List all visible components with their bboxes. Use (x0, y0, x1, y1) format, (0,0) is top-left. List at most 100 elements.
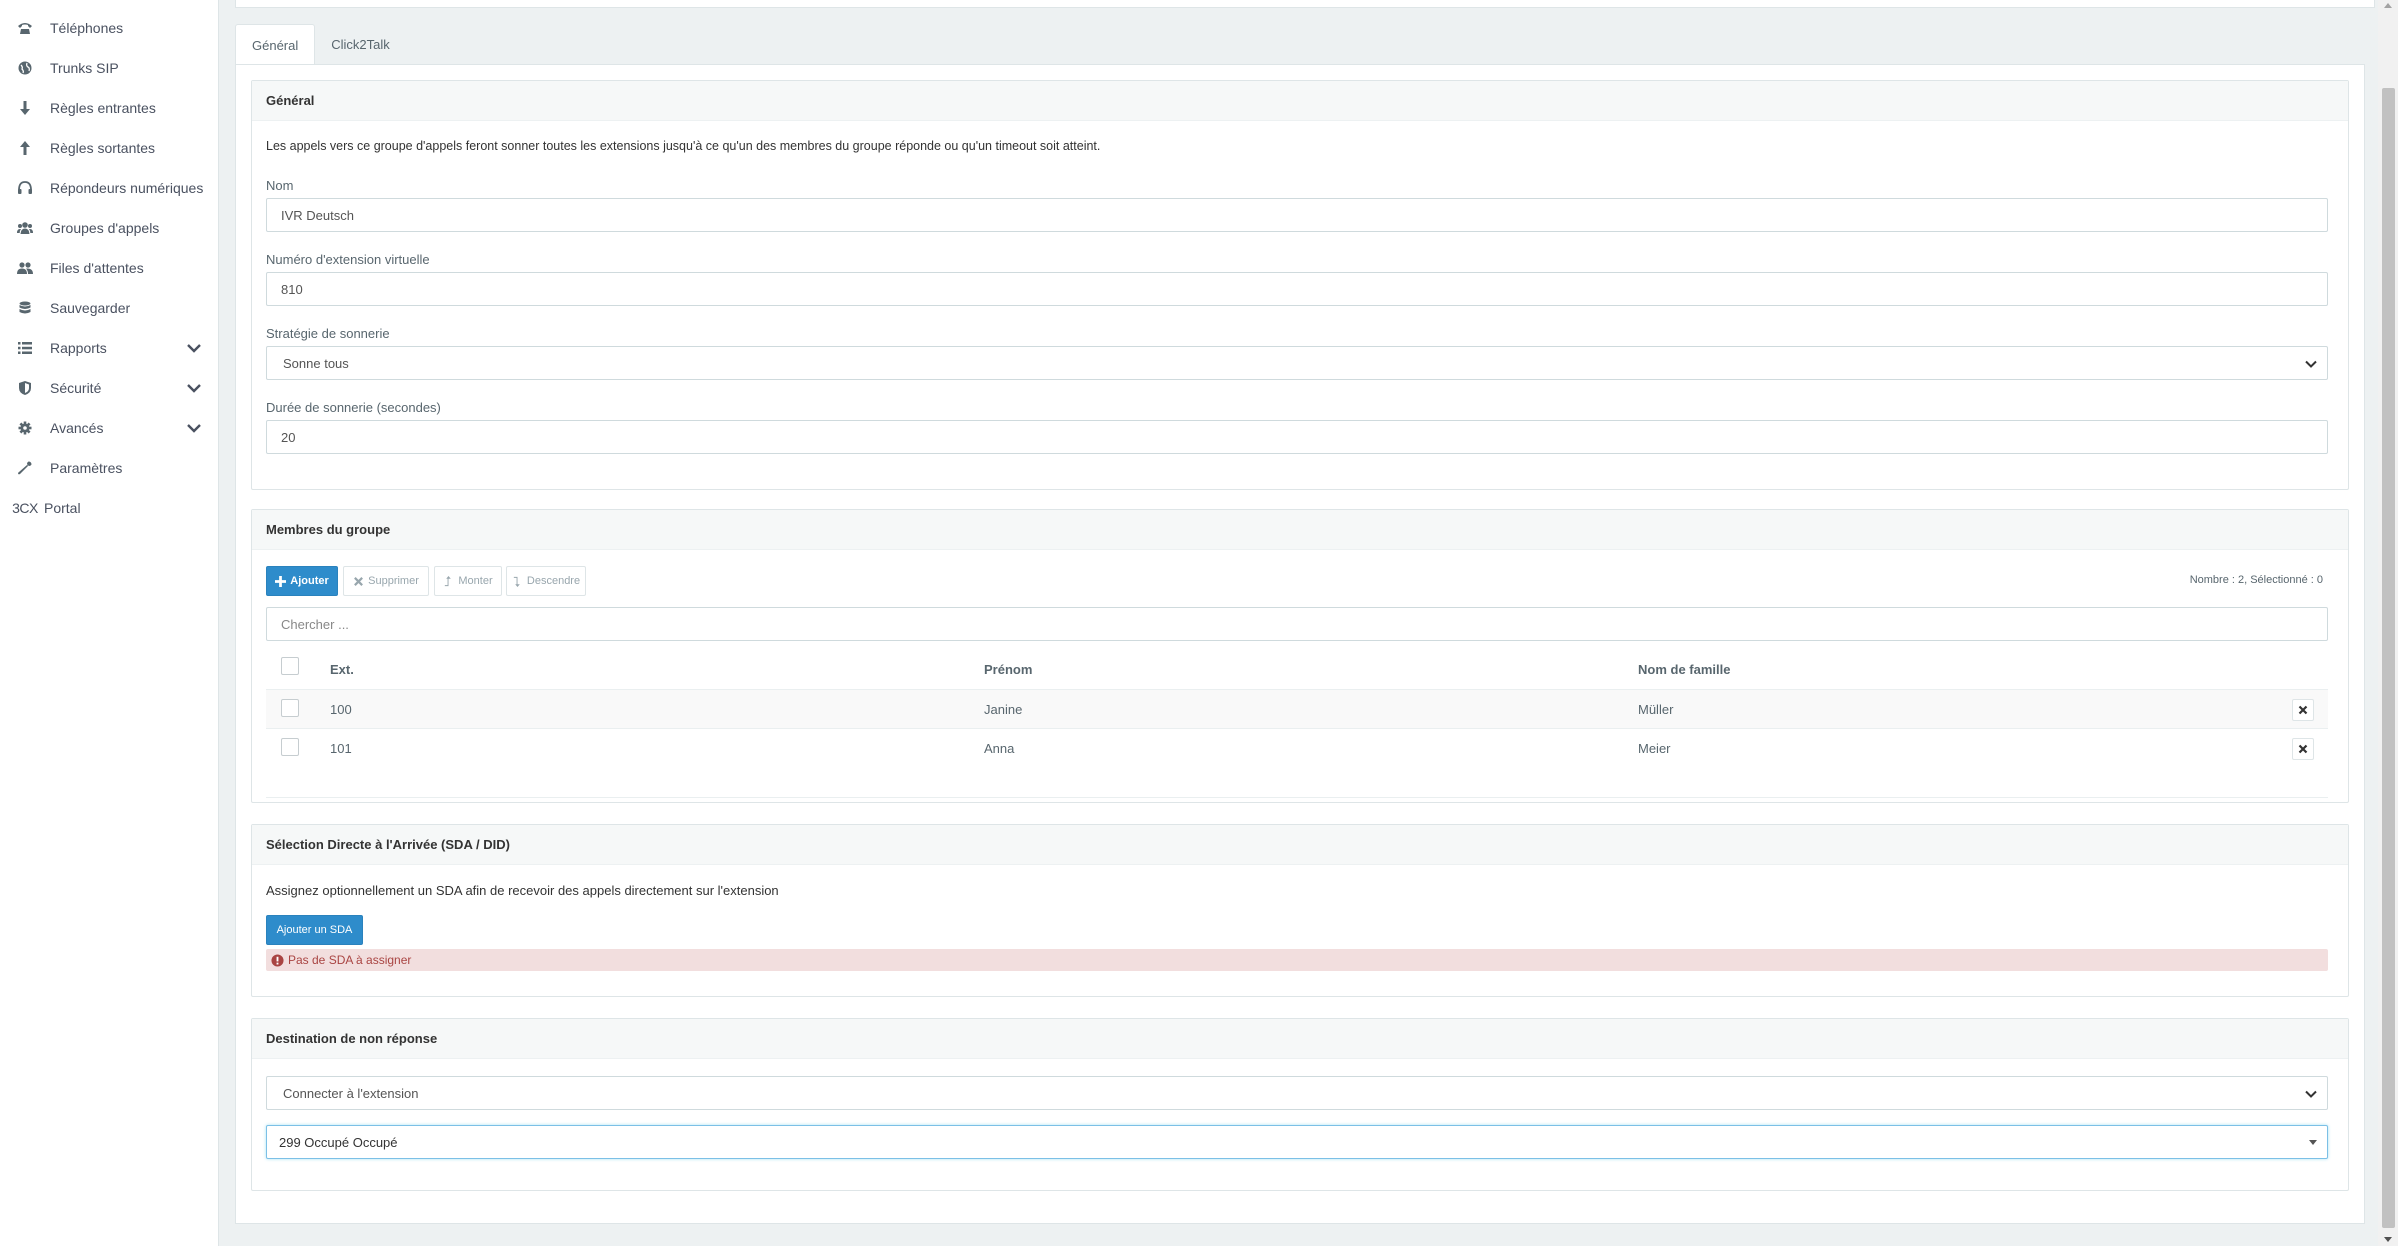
cell-last-name: Müller (1638, 701, 1674, 717)
tab-bar: Général Click2Talk (235, 24, 406, 65)
member-count: Nombre : 2, Sélectionné : 0 (2189, 574, 2323, 586)
no-answer-panel: Destination de non réponse Connecter à l… (251, 1018, 2349, 1191)
sidebar-item-label: Répondeurs numériques (50, 180, 204, 196)
database-icon (0, 300, 50, 316)
move-up-button[interactable]: Monter (434, 566, 502, 596)
sidebar-item-files-attentes[interactable]: Files d'attentes (0, 248, 219, 288)
sidebar-item-regles-entrantes[interactable]: Règles entrantes (0, 88, 219, 128)
chevron-down-icon[interactable] (186, 340, 202, 356)
sidebar-item-label: Paramètres (50, 460, 123, 476)
extension-label: Numéro d'extension virtuelle (266, 252, 430, 267)
column-header-ext: Ext. (330, 662, 354, 677)
name-value: IVR Deutsch (281, 207, 354, 223)
sidebar-item-trunks-sip[interactable]: Trunks SIP (0, 48, 219, 88)
sidebar-item-label: Règles sortantes (50, 140, 156, 156)
sda-panel: Sélection Directe à l'Arrivée (SDA / DID… (251, 824, 2349, 997)
sidebar: Téléphones Trunks SIP Règles entrantes R… (0, 0, 219, 1246)
button-label: Supprimer (368, 575, 419, 587)
sidebar-item-rapports[interactable]: Rapports (0, 328, 219, 368)
close-icon (354, 576, 364, 586)
table-bottom-border (266, 797, 2328, 798)
strategy-select[interactable]: Sonne tous (266, 346, 2328, 380)
no-answer-action-select[interactable]: Connecter à l'extension (266, 1076, 2328, 1110)
cell-first-name: Anna (984, 740, 1015, 756)
extension-field[interactable]: 810 (266, 272, 2328, 306)
sidebar-item-portal[interactable]: 3CX Portal (0, 488, 219, 528)
shield-icon (0, 380, 50, 396)
phone-icon (0, 20, 50, 36)
sda-description: Assignez optionnellement un SDA afin de … (266, 883, 779, 898)
delete-member-button[interactable]: Supprimer (343, 566, 429, 596)
no-answer-target-select[interactable]: 299 Occupé Occupé (266, 1125, 2328, 1159)
remove-row-button[interactable] (2292, 738, 2314, 760)
chevron-down-icon[interactable] (186, 380, 202, 396)
search-placeholder: Chercher ... (281, 616, 349, 632)
select-all-checkbox[interactable] (281, 657, 299, 675)
sidebar-item-regles-sortantes[interactable]: Règles sortantes (0, 128, 219, 168)
duration-field[interactable]: 20 (266, 420, 2328, 454)
tab-general[interactable]: Général (235, 24, 316, 65)
target-value: 299 Occupé Occupé (279, 1134, 398, 1150)
scroll-up-arrow-icon[interactable] (2384, 3, 2392, 8)
tab-click2talk[interactable]: Click2Talk (315, 24, 406, 65)
panel-heading: Membres du groupe (252, 510, 2348, 550)
arrow-up-icon (0, 140, 50, 156)
sidebar-item-label: Avancés (50, 420, 104, 436)
sidebar-item-label: Sauvegarder (50, 300, 131, 316)
sidebar-item-label: Sécurité (50, 380, 102, 396)
sidebar-item-parametres[interactable]: Paramètres (0, 448, 219, 488)
sidebar-item-label: Files d'attentes (50, 260, 144, 276)
extension-value: 810 (281, 281, 303, 297)
table-row[interactable]: 101 Anna Meier (266, 728, 2328, 767)
members-panel: Membres du groupe Ajouter Supprimer Mont… (251, 509, 2349, 803)
sidebar-item-securite[interactable]: Sécurité (0, 368, 219, 408)
name-field[interactable]: IVR Deutsch (266, 198, 2328, 232)
button-label: Monter (458, 575, 493, 587)
logo-text: 3CX (12, 500, 38, 516)
tab-content: Général Les appels vers ce groupe d'appe… (235, 64, 2365, 1224)
duration-value: 20 (281, 429, 296, 445)
strategy-value: Sonne tous (283, 355, 349, 371)
name-label: Nom (266, 178, 294, 193)
scroll-down-arrow-icon[interactable] (2384, 1237, 2392, 1242)
3cx-logo-icon: 3CX (0, 500, 50, 516)
add-member-button[interactable]: Ajouter (266, 566, 338, 596)
general-panel: Général Les appels vers ce groupe d'appe… (251, 80, 2349, 490)
cell-ext: 101 (330, 740, 352, 756)
sidebar-item-repondeurs[interactable]: Répondeurs numériques (0, 168, 219, 208)
action-value: Connecter à l'extension (283, 1085, 419, 1101)
sda-alert: Pas de SDA à assigner (266, 949, 2328, 971)
level-down-icon (513, 576, 520, 587)
vertical-scrollbar[interactable] (2378, 0, 2398, 1246)
cell-last-name: Meier (1638, 740, 1671, 756)
list-icon (0, 340, 50, 356)
add-sda-button[interactable]: Ajouter un SDA (266, 915, 363, 945)
chevron-down-icon[interactable] (186, 420, 202, 436)
panel-heading: Destination de non réponse (252, 1019, 2348, 1059)
sidebar-item-avances[interactable]: Avancés (0, 408, 219, 448)
row-checkbox[interactable] (281, 699, 299, 717)
scroll-thumb[interactable] (2382, 88, 2395, 1228)
sidebar-item-sauvegarder[interactable]: Sauvegarder (0, 288, 219, 328)
column-header-first-name: Prénom (984, 662, 1033, 677)
remove-row-button[interactable] (2292, 699, 2314, 721)
general-description: Les appels vers ce groupe d'appels feron… (266, 139, 1101, 153)
button-label: Ajouter (290, 575, 329, 587)
close-icon (2298, 744, 2308, 754)
sidebar-item-groupes-appels[interactable]: Groupes d'appels (0, 208, 219, 248)
move-down-button[interactable]: Descendre (506, 566, 586, 596)
sidebar-item-label: Trunks SIP (50, 60, 119, 76)
table-row[interactable]: 100 Janine Müller (266, 689, 2328, 728)
users-icon (0, 220, 50, 236)
sidebar-item-label: Portal (44, 500, 81, 516)
panel-heading: Sélection Directe à l'Arrivée (SDA / DID… (252, 825, 2348, 865)
gear-icon (0, 420, 50, 436)
strategy-label: Stratégie de sonnerie (266, 326, 390, 341)
column-header-last-name: Nom de famille (1638, 662, 1731, 677)
sidebar-item-telephones[interactable]: Téléphones (0, 8, 219, 48)
main-content: Général Click2Talk Général Les appels ve… (220, 0, 2378, 1246)
member-search-input[interactable]: Chercher ... (266, 607, 2328, 641)
duration-label: Durée de sonnerie (secondes) (266, 400, 441, 415)
caret-down-icon (2309, 1140, 2317, 1145)
row-checkbox[interactable] (281, 738, 299, 756)
